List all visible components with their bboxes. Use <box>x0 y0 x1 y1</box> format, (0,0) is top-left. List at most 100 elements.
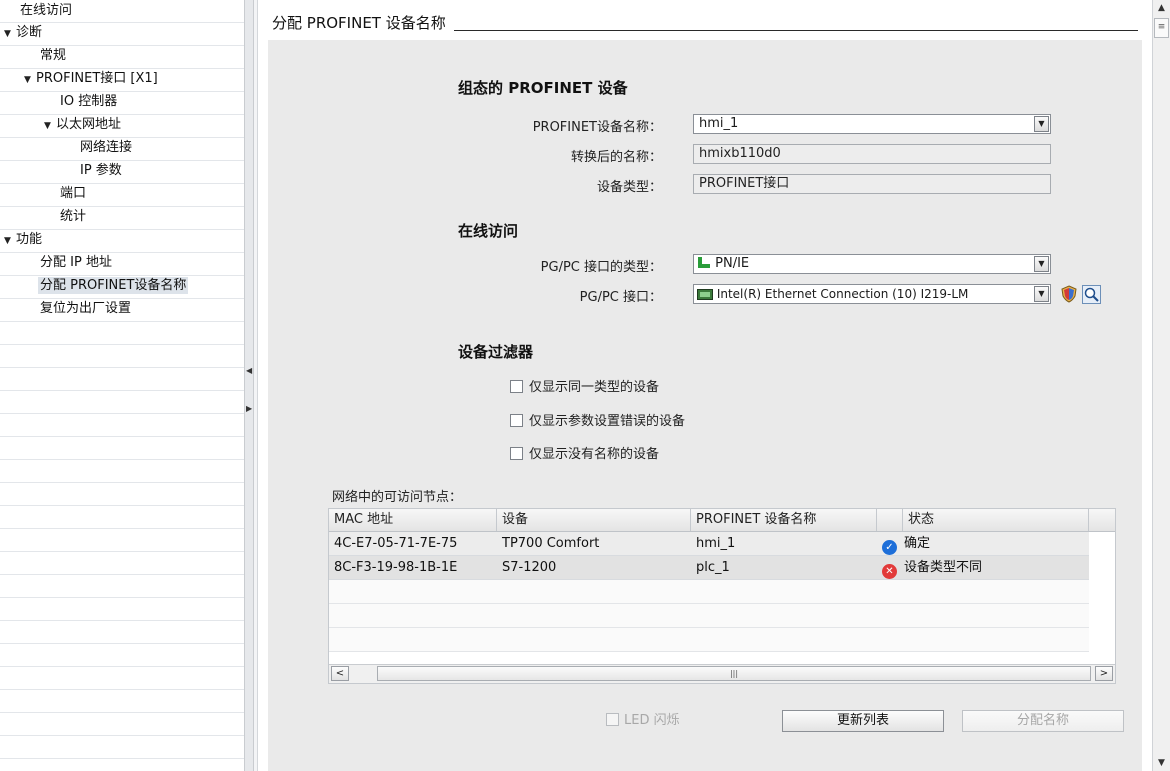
tree-item-diagnostics[interactable]: ▼ 诊断 <box>4 22 42 44</box>
tree-item-label: 常规 <box>40 48 67 63</box>
dropdown-arrow-icon[interactable]: ▼ <box>1034 256 1049 272</box>
device-type-field: PROFINET接口 <box>693 174 1051 194</box>
interface-label: PG/PC 接口： <box>579 290 662 305</box>
tree-item-label: 复位为出厂设置 <box>40 301 132 316</box>
tree-item-online-access[interactable]: 在线访问 <box>20 0 72 22</box>
navigation-tree: 在线访问 ▼ 诊断 常规 ▼ PROFINET接口 [X1] IO 控制器 ▼ 以太网… <box>0 0 244 771</box>
device-filter-heading: 设备过滤器 <box>458 343 534 361</box>
tree-item-ethernet-address[interactable]: ▼ 以太网地址 <box>44 114 121 136</box>
tree-item-label: 诊断 <box>16 25 43 40</box>
checkbox-label: 仅显示参数设置错误的设备 <box>529 414 686 429</box>
cell-profinet-name: plc_1 <box>696 560 730 575</box>
filter-no-name-checkbox[interactable]: 仅显示没有名称的设备 <box>510 446 659 464</box>
table-row-empty <box>329 628 1089 652</box>
column-header-mac[interactable]: MAC 地址 <box>329 509 497 531</box>
expand-toggle-icon[interactable]: ▼ <box>44 115 56 137</box>
device-type-label: 设备类型： <box>596 180 662 195</box>
section-title: 分配 PROFINET 设备名称 <box>272 12 454 33</box>
interface-type-combobox[interactable]: PN/IE ▼ <box>693 254 1051 274</box>
dropdown-arrow-icon[interactable]: ▼ <box>1034 116 1049 132</box>
filter-param-error-checkbox[interactable]: 仅显示参数设置错误的设备 <box>510 413 685 431</box>
tree-item-label: PROFINET接口 [X1] <box>36 71 158 86</box>
table-row[interactable]: 4C-E7-05-71-7E-75 TP700 Comfort hmi_1 ✓ 确… <box>329 532 1089 556</box>
expand-toggle-icon[interactable]: ▼ <box>4 230 16 252</box>
horizontal-scrollbar[interactable]: < ||| > <box>329 664 1115 683</box>
tree-item-ip-parameters[interactable]: IP 参数 <box>80 160 122 182</box>
shield-icon[interactable] <box>1060 285 1078 303</box>
accessible-nodes-label: 网络中的可访问节点： <box>332 490 463 505</box>
led-flash-checkbox[interactable]: LED 闪烁 <box>606 712 680 730</box>
tree-item-functions[interactable]: ▼ 功能 <box>4 229 42 251</box>
panel-splitter[interactable]: ◀ ▶ <box>244 0 254 771</box>
scroll-left-icon[interactable]: < <box>331 666 349 681</box>
cell-profinet-name: hmi_1 <box>696 536 736 551</box>
tree-item-general[interactable]: 常规 <box>40 45 66 67</box>
error-icon: ✕ <box>882 564 897 579</box>
tree-item-label: IP 参数 <box>80 163 122 178</box>
cell-status: 确定 <box>904 536 931 551</box>
checkbox-box[interactable] <box>510 380 523 393</box>
cell-status: 设备类型不同 <box>904 560 983 575</box>
tree-item-network-connection[interactable]: 网络连接 <box>80 137 132 159</box>
assign-name-button[interactable]: 分配名称 <box>962 710 1124 732</box>
interface-type-label: PG/PC 接口的类型： <box>540 260 662 275</box>
scroll-up-icon[interactable]: ▲ <box>1154 0 1169 16</box>
collapse-left-icon[interactable]: ◀ <box>246 366 252 375</box>
tree-item-label: 以太网地址 <box>56 117 122 132</box>
tree-item-label: 端口 <box>60 186 87 201</box>
dropdown-arrow-icon[interactable]: ▼ <box>1034 286 1049 302</box>
tree-item-statistics[interactable]: 统计 <box>60 206 86 228</box>
checkbox-box[interactable] <box>510 414 523 427</box>
cell-device: S7-1200 <box>502 560 557 575</box>
interface-type-value: PN/IE <box>715 256 750 271</box>
cell-device: TP700 Comfort <box>502 536 600 551</box>
accessible-nodes-table: MAC 地址 设备 PROFINET 设备名称 状态 4C-E7-05-71-7… <box>328 508 1116 684</box>
column-header-device[interactable]: 设备 <box>497 509 691 531</box>
checkbox-box[interactable] <box>510 447 523 460</box>
checkbox-box[interactable] <box>606 713 619 726</box>
converted-name-field: hmixb110d0 <box>693 144 1051 164</box>
tree-item-port[interactable]: 端口 <box>60 183 86 205</box>
table-row-empty <box>329 580 1089 604</box>
search-network-icon[interactable] <box>1082 285 1101 304</box>
tree-item-assign-ip[interactable]: 分配 IP 地址 <box>40 252 112 274</box>
main-panel: 分配 PROFINET 设备名称 组态的 PROFINET 设备 PROFINE… <box>258 0 1152 771</box>
scroll-thumb[interactable]: ||| <box>377 666 1091 681</box>
column-header-profinet-name[interactable]: PROFINET 设备名称 <box>691 509 877 531</box>
tree-item-label: 统计 <box>60 209 87 224</box>
vertical-scrollbar[interactable]: ▲ ≡ ▼ <box>1152 0 1170 771</box>
tree-item-assign-profinet-name[interactable]: 分配 PROFINET设备名称 <box>38 275 189 297</box>
tree-item-factory-reset[interactable]: 复位为出厂设置 <box>40 298 131 320</box>
interface-combobox[interactable]: Intel(R) Ethernet Connection (10) I219-L… <box>693 284 1051 304</box>
led-flash-label: LED 闪烁 <box>624 713 680 728</box>
table-header: MAC 地址 设备 PROFINET 设备名称 状态 <box>329 509 1115 532</box>
tree-item-profinet-interface[interactable]: ▼ PROFINET接口 [X1] <box>24 68 158 90</box>
column-header-status[interactable]: 状态 <box>903 509 1089 531</box>
cell-mac: 4C-E7-05-71-7E-75 <box>334 536 458 551</box>
tree-item-label: IO 控制器 <box>60 94 118 109</box>
expand-toggle-icon[interactable]: ▼ <box>24 69 36 91</box>
network-card-icon <box>697 289 713 300</box>
online-access-heading: 在线访问 <box>458 222 519 240</box>
tree-item-io-controller[interactable]: IO 控制器 <box>60 91 117 113</box>
column-header-status-icon[interactable] <box>877 509 903 531</box>
device-name-combobox[interactable]: hmi_1 ▼ <box>693 114 1051 134</box>
scroll-right-icon[interactable]: > <box>1095 666 1113 681</box>
scroll-down-icon[interactable]: ▼ <box>1154 755 1169 771</box>
tree-item-label: 分配 IP 地址 <box>40 255 112 270</box>
checkbox-label: 仅显示没有名称的设备 <box>529 447 660 462</box>
expand-right-icon[interactable]: ▶ <box>246 404 252 413</box>
expand-toggle-icon[interactable]: ▼ <box>4 23 16 45</box>
checkbox-label: 仅显示同一类型的设备 <box>529 380 660 395</box>
scroll-thumb[interactable]: ≡ <box>1154 18 1169 38</box>
converted-name-label: 转换后的名称： <box>570 150 662 165</box>
content-area: 组态的 PROFINET 设备 PROFINET设备名称： hmi_1 ▼ 转换… <box>268 40 1142 771</box>
table-row[interactable]: 8C-F3-19-98-1B-1E S7-1200 plc_1 ✕ 设备类型不同 <box>329 556 1089 580</box>
cell-mac: 8C-F3-19-98-1B-1E <box>334 560 458 575</box>
table-row-empty <box>329 604 1089 628</box>
device-name-value: hmi_1 <box>699 116 739 131</box>
filter-same-type-checkbox[interactable]: 仅显示同一类型的设备 <box>510 379 659 397</box>
update-list-button[interactable]: 更新列表 <box>782 710 944 732</box>
check-icon: ✓ <box>882 540 897 555</box>
tree-item-label: 功能 <box>16 232 43 247</box>
